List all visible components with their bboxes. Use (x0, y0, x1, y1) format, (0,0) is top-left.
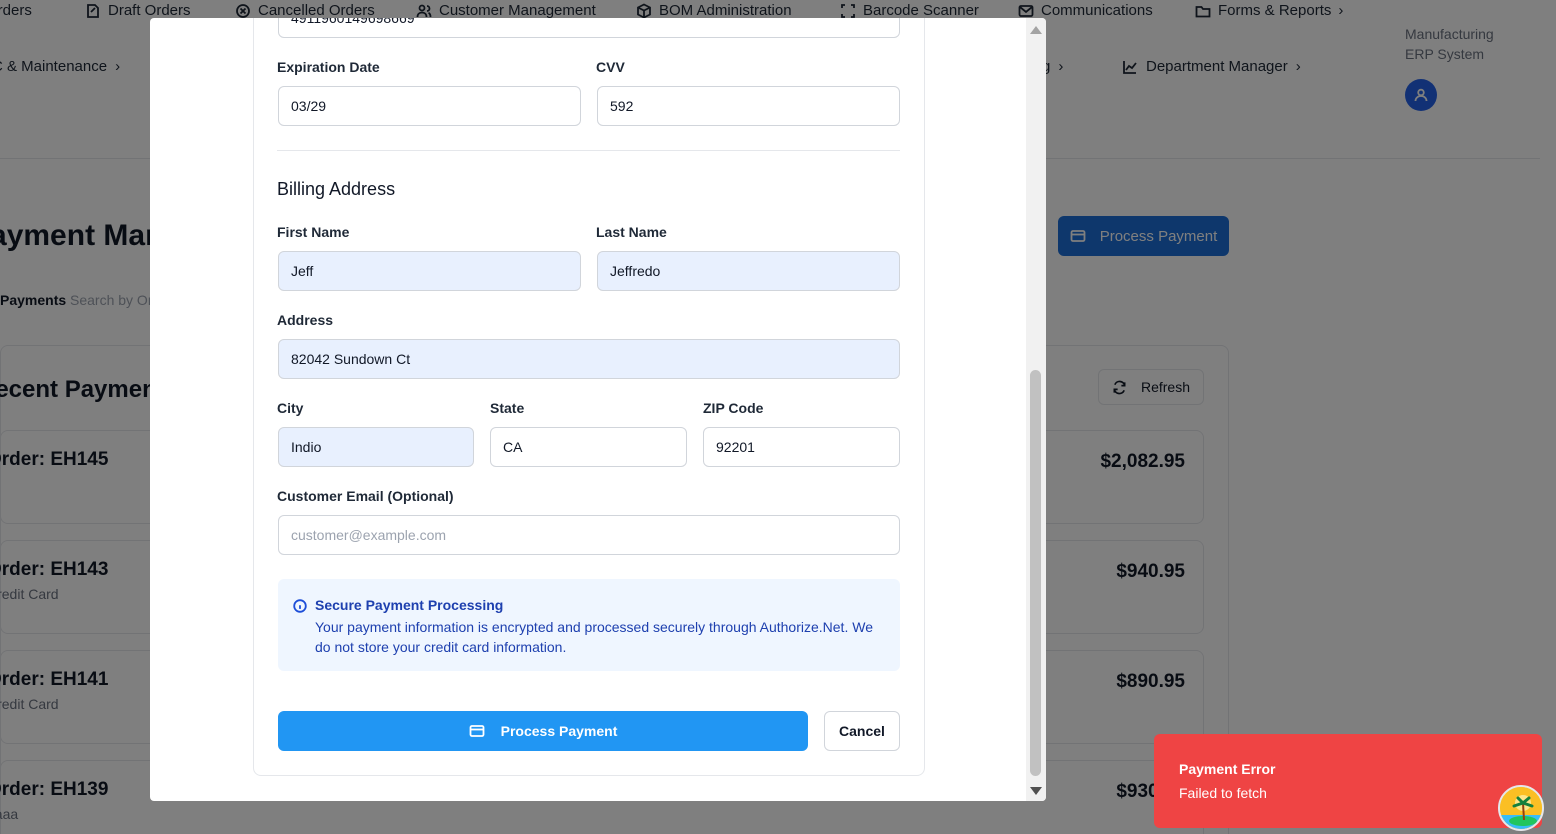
city-field[interactable] (278, 427, 474, 467)
card-number-field[interactable] (278, 18, 900, 38)
notice-text: Your payment information is encrypted an… (315, 619, 873, 655)
email-label: Customer Email (Optional) (277, 488, 454, 504)
button-label: Process Payment (500, 723, 618, 739)
toast-message: Failed to fetch (1179, 785, 1267, 801)
first-name-field[interactable] (278, 251, 581, 291)
state-label: State (490, 400, 525, 416)
modal-scrollbar[interactable] (1026, 18, 1046, 801)
error-toast[interactable]: Payment Error Failed to fetch (1154, 734, 1542, 828)
credit-card-icon (469, 725, 485, 737)
billing-address-title: Billing Address (277, 179, 396, 199)
scroll-up-icon[interactable] (1030, 26, 1042, 34)
state-field[interactable] (490, 427, 687, 467)
scroll-thumb[interactable] (1030, 370, 1041, 776)
address-label: Address (277, 312, 334, 328)
secure-payment-notice: Secure Payment Processing Your payment i… (278, 579, 900, 671)
last-name-label: Last Name (596, 224, 667, 240)
info-icon (293, 599, 307, 613)
email-field[interactable] (278, 515, 900, 555)
first-name-label: First Name (277, 224, 350, 240)
last-name-field[interactable] (597, 251, 900, 291)
toast-title: Payment Error (1179, 761, 1276, 777)
cancel-button[interactable]: Cancel (824, 711, 900, 751)
cvv-label: CVV (596, 59, 625, 75)
submit-payment-button[interactable]: Process Payment (278, 711, 808, 751)
zip-label: ZIP Code (703, 400, 764, 416)
cvv-field[interactable] (597, 86, 900, 126)
city-label: City (277, 400, 304, 416)
payment-modal: Expiration Date CVV Billing Address Firs… (150, 18, 1046, 801)
scroll-down-icon[interactable] (1030, 787, 1042, 795)
zip-field[interactable] (703, 427, 900, 467)
beach-avatar-icon[interactable] (1498, 785, 1544, 831)
notice-title: Secure Payment Processing (315, 597, 504, 613)
expiration-field[interactable] (278, 86, 581, 126)
address-field[interactable] (278, 339, 900, 379)
expiration-label: Expiration Date (277, 59, 380, 75)
section-divider (277, 150, 900, 151)
